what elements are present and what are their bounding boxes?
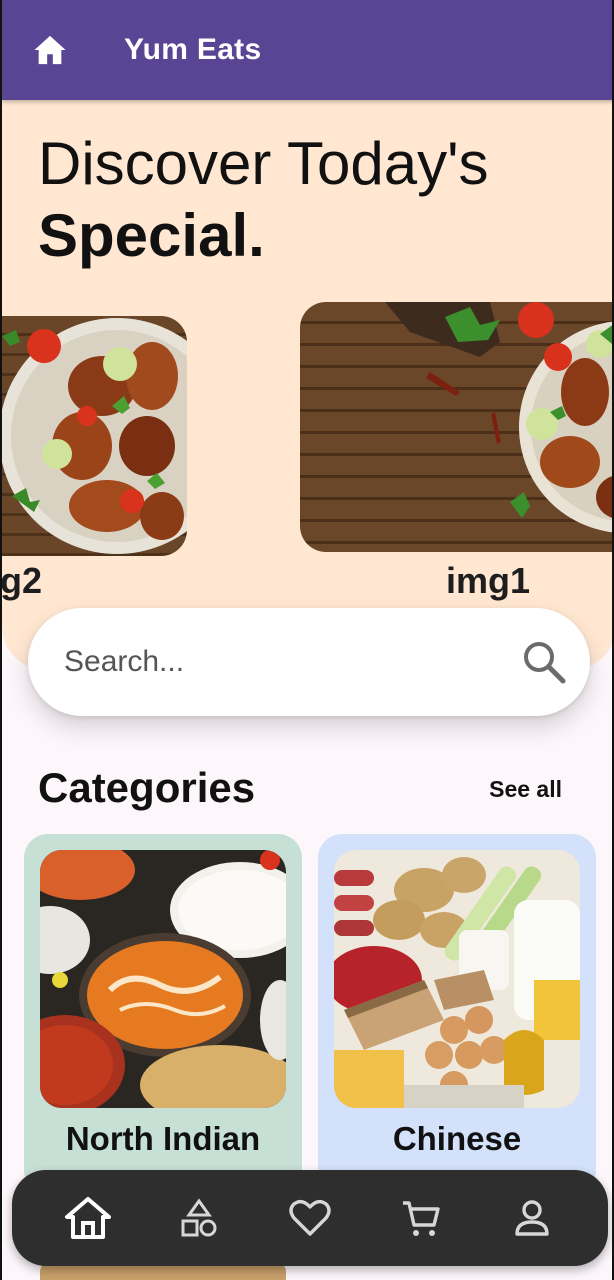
carousel-image-2[interactable] <box>2 316 187 556</box>
app-screen: Yum Eats Discover Today's Special. g2 im… <box>0 0 614 1280</box>
nav-categories-icon[interactable] <box>169 1188 229 1248</box>
app-title: Yum Eats <box>124 33 262 66</box>
nav-favorites-icon[interactable] <box>280 1188 340 1248</box>
carousel-label-1: img1 <box>446 560 531 601</box>
search-input[interactable] <box>64 645 520 679</box>
search-bar <box>28 608 590 716</box>
app-bar: Yum Eats <box>2 0 612 100</box>
hero-title-line1: Discover Today's <box>38 130 489 197</box>
nav-home-icon[interactable] <box>58 1188 118 1248</box>
carousel-image-1[interactable] <box>300 302 612 552</box>
search-icon[interactable] <box>520 638 568 686</box>
nav-profile-icon[interactable] <box>502 1188 562 1248</box>
nav-cart-icon[interactable] <box>391 1188 451 1248</box>
carousel-label-2: g2 <box>0 560 43 601</box>
hero-title: Discover Today's Special. <box>38 128 489 272</box>
hero-title-line2: Special. <box>38 202 265 269</box>
category-card-chinese[interactable]: Chinese <box>318 834 596 1194</box>
category-card-north-indian[interactable]: North Indian <box>24 834 302 1194</box>
see-all-link[interactable]: See all <box>489 776 562 803</box>
category-image-north-indian <box>40 850 286 1108</box>
bottom-navigation <box>12 1170 608 1266</box>
category-image-chinese <box>334 850 580 1108</box>
categories-heading: Categories <box>38 764 256 811</box>
category-label-chinese: Chinese <box>392 1120 522 1157</box>
category-label-north-indian: North Indian <box>65 1120 261 1157</box>
home-icon[interactable] <box>32 32 68 68</box>
hero-section: Discover Today's Special. g2 img1 <box>0 100 612 670</box>
